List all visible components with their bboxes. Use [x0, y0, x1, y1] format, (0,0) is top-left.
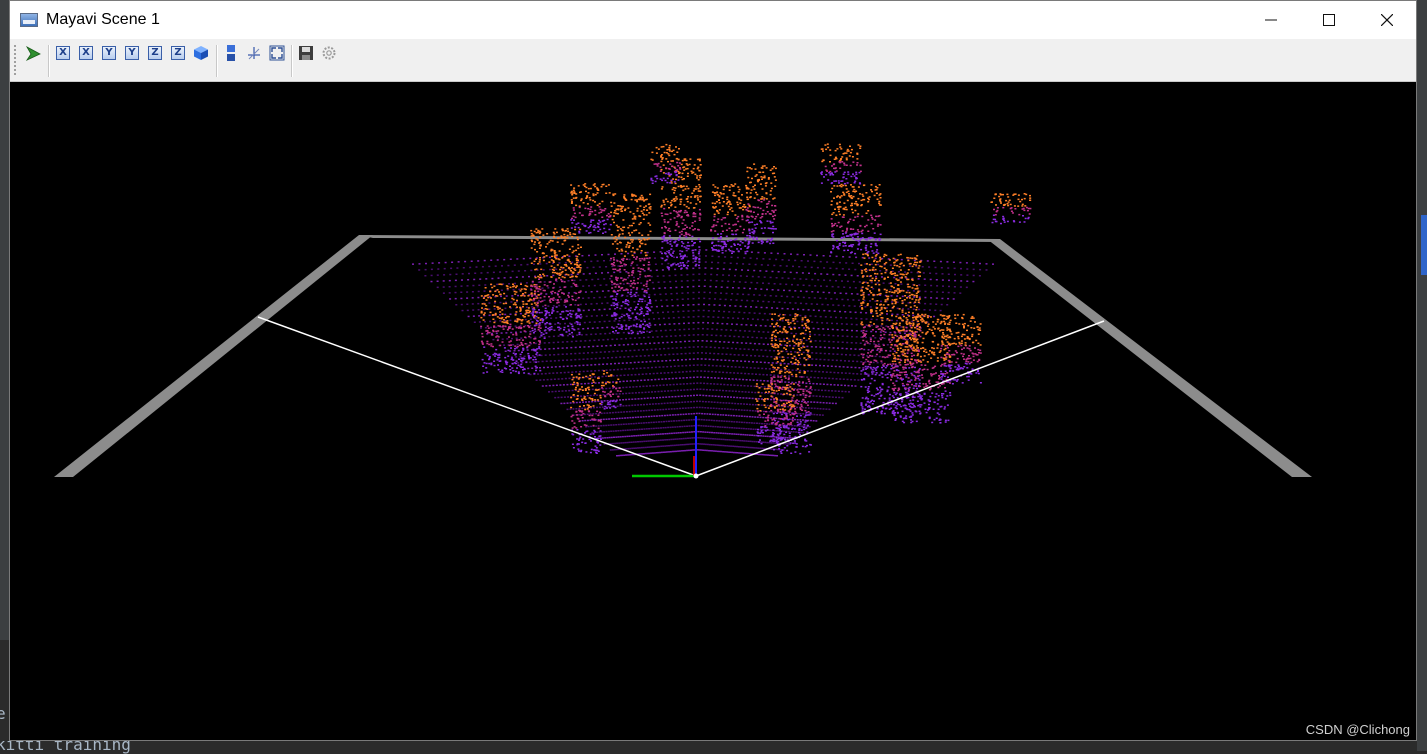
view-x-plus-icon: X: [56, 46, 70, 60]
title-bar[interactable]: Mayavi Scene 1: [10, 1, 1416, 39]
view-x-minus-icon: X: [79, 46, 93, 60]
view-z-minus-button[interactable]: Z: [169, 44, 187, 62]
parallel-projection-button[interactable]: [222, 44, 240, 62]
parallel-projection-icon: [223, 44, 239, 62]
view-z-plus-icon: Z: [148, 46, 162, 60]
toolbar-grip[interactable]: [14, 45, 18, 75]
maximize-button[interactable]: [1300, 1, 1358, 39]
render-scene[interactable]: CSDN @Clichong: [10, 83, 1416, 740]
mayavi-app-icon: [20, 13, 38, 27]
point-cloud: [412, 143, 1031, 456]
ground-plane-frame: [54, 235, 1312, 477]
watermark-text: CSDN @Clichong: [1306, 722, 1410, 737]
full-screen-icon: [269, 45, 285, 61]
view-y-plus-button[interactable]: Y: [100, 44, 118, 62]
close-button[interactable]: [1358, 1, 1416, 39]
scene-toolbar: X X Y Y Z Z: [10, 39, 1416, 82]
view-x-minus-button[interactable]: X: [77, 44, 95, 62]
save-button[interactable]: [297, 44, 315, 62]
full-screen-button[interactable]: [268, 44, 286, 62]
view-z-plus-button[interactable]: Z: [146, 44, 164, 62]
gear-icon: [321, 45, 337, 61]
minimize-button[interactable]: [1242, 1, 1300, 39]
background-scrollbar-thumb: [1421, 215, 1427, 275]
isometric-view-button[interactable]: [192, 44, 210, 62]
view-x-plus-button[interactable]: X: [54, 44, 72, 62]
view-y-minus-icon: Y: [125, 46, 139, 60]
configure-button[interactable]: [320, 44, 338, 62]
axes-indicator-button[interactable]: [245, 44, 263, 62]
toolbar-separator: [291, 45, 293, 77]
view-y-plus-icon: Y: [102, 46, 116, 60]
background-terminal-fragment: e: [0, 704, 6, 723]
pipeline-icon: [25, 45, 41, 61]
pipeline-button[interactable]: [24, 44, 42, 62]
close-icon: [1381, 14, 1393, 26]
view-z-minus-icon: Z: [171, 46, 185, 60]
toolbar-separator: [48, 45, 50, 77]
axes-indicator-icon: [246, 45, 262, 61]
view-y-minus-button[interactable]: Y: [123, 44, 141, 62]
background-editor-right: [1417, 0, 1427, 751]
maximize-icon: [1323, 14, 1335, 26]
background-editor-left: [0, 0, 9, 751]
origin-point: [694, 474, 699, 479]
mayavi-window[interactable]: Mayavi Scene 1 X X Y Y Z Z: [9, 0, 1417, 741]
isometric-cube-icon: [193, 45, 209, 61]
point-cloud-viewport[interactable]: [10, 83, 1416, 741]
minimize-icon: [1265, 14, 1277, 26]
window-title: Mayavi Scene 1: [46, 11, 160, 29]
window-controls: [1242, 1, 1416, 39]
save-icon: [298, 45, 314, 61]
toolbar-separator: [216, 45, 218, 77]
